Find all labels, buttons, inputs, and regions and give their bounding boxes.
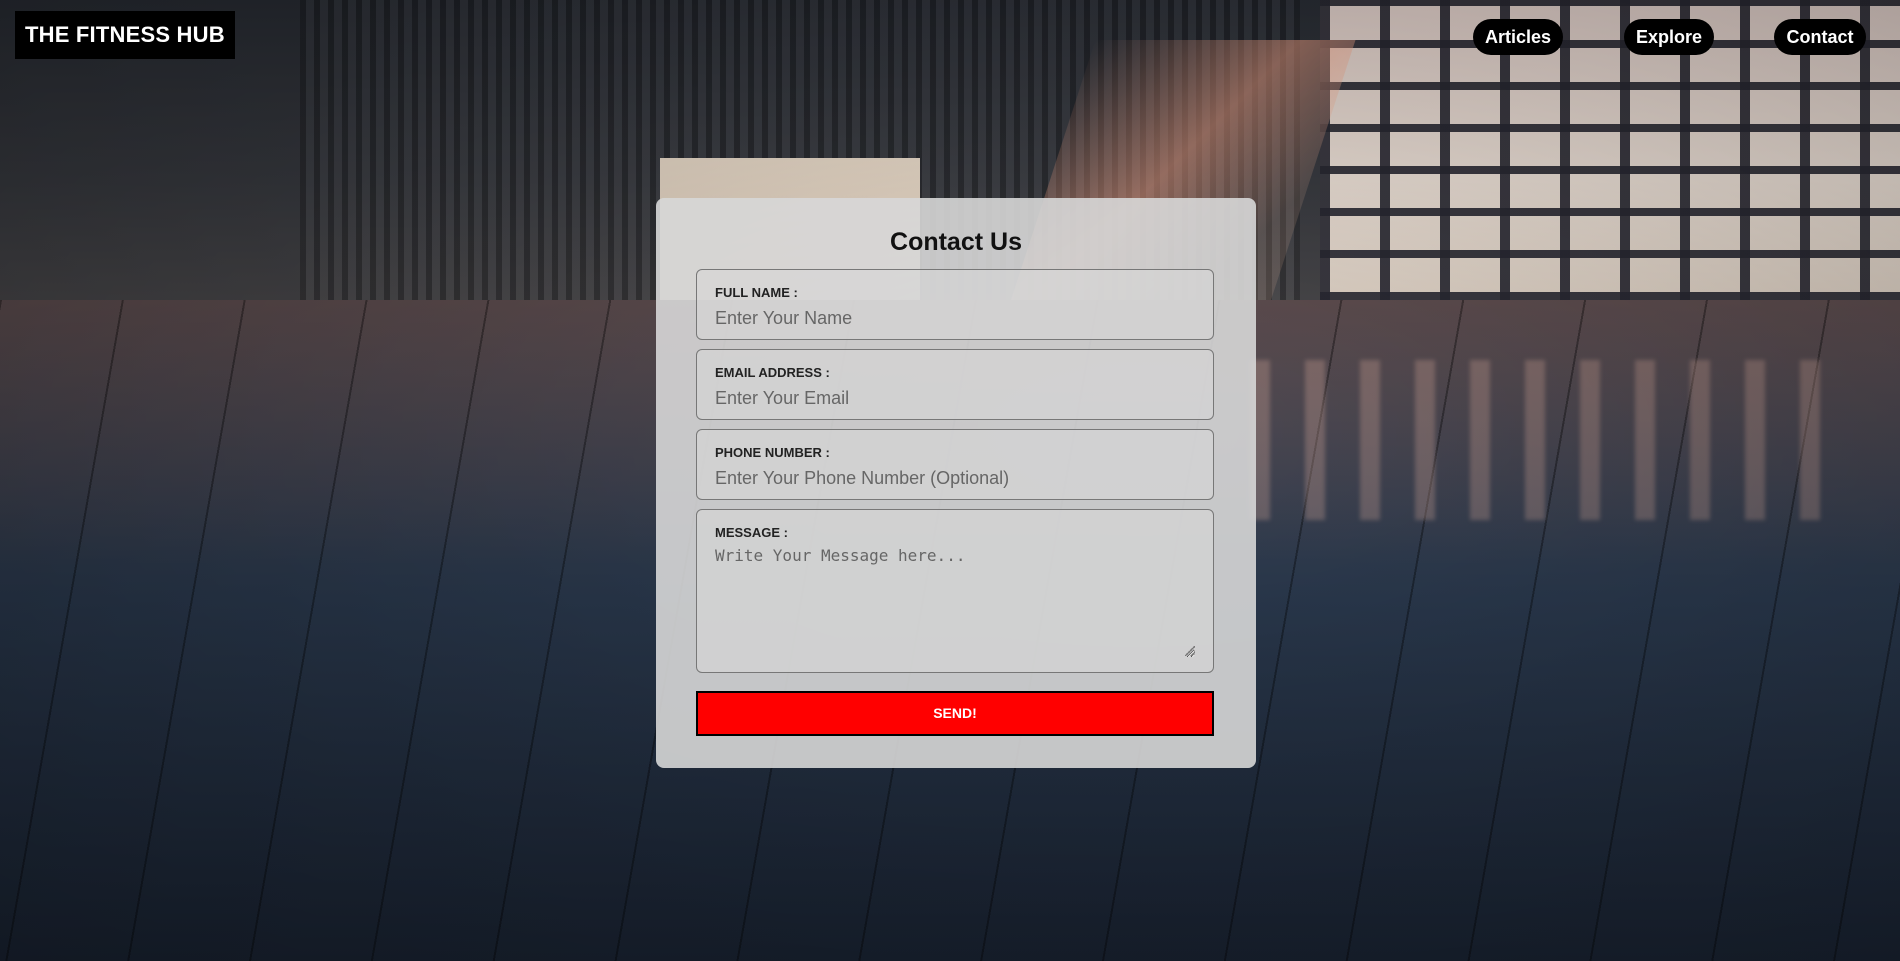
full-name-field[interactable]: FULL NAME : [696, 269, 1214, 340]
message-field[interactable]: MESSAGE : [696, 509, 1214, 673]
nav-contact[interactable]: Contact [1774, 19, 1866, 55]
site-logo[interactable]: THE FITNESS HUB [15, 11, 235, 59]
email-label: EMAIL ADDRESS : [715, 365, 830, 380]
phone-field[interactable]: PHONE NUMBER : [696, 429, 1214, 500]
send-button[interactable]: SEND! [696, 691, 1214, 736]
full-name-label: FULL NAME : [715, 285, 798, 300]
nav-explore[interactable]: Explore [1624, 19, 1714, 55]
email-field[interactable]: EMAIL ADDRESS : [696, 349, 1214, 420]
phone-input[interactable] [715, 466, 1195, 490]
full-name-input[interactable] [715, 306, 1195, 330]
contact-title: Contact Us [890, 228, 1022, 256]
nav-articles[interactable]: Articles [1473, 19, 1563, 55]
message-label: MESSAGE : [715, 525, 788, 540]
contact-card: Contact Us FULL NAME : EMAIL ADDRESS : P… [656, 198, 1256, 768]
email-input[interactable] [715, 386, 1195, 410]
resize-grip-icon[interactable] [1185, 646, 1195, 656]
phone-label: PHONE NUMBER : [715, 445, 830, 460]
message-textarea[interactable] [715, 546, 1195, 658]
